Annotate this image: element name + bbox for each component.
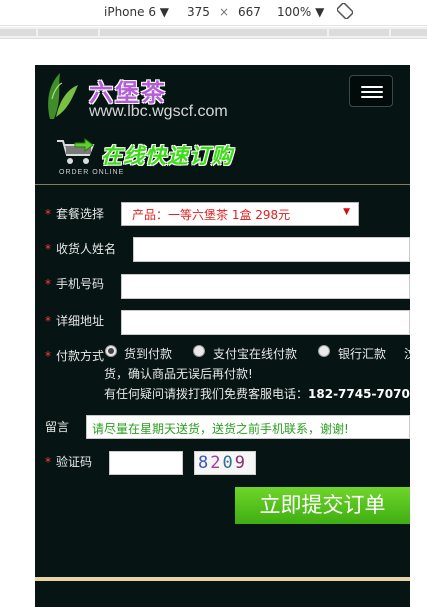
required-mark: * — [45, 349, 51, 363]
zoom-select[interactable]: 100% ▼ — [277, 5, 324, 19]
required-mark: * — [45, 455, 51, 469]
payment-label: * 付款方式 — [45, 349, 105, 363]
ruler-segment[interactable] — [391, 29, 427, 36]
message-input[interactable]: 请尽量在星期天送货，送货之前手机联系，谢谢! — [86, 415, 410, 439]
package-selected-value: 产品：一等六堡茶 1盒 298元 — [132, 208, 291, 222]
media-query-ruler — [0, 27, 427, 39]
site-url: www.lbc.wgscf.com — [89, 103, 228, 120]
receiver-name-label: * 收货人姓名 — [45, 242, 117, 256]
devtools-toolbar: iPhone 6 ▼ 375 × 667 100% ▼ — [0, 0, 427, 26]
ruler-segment[interactable] — [0, 29, 36, 36]
hamburger-bar-icon — [361, 86, 383, 88]
captcha-input[interactable] — [109, 451, 183, 475]
footer-divider — [35, 577, 410, 581]
phone-label: * 手机号码 — [45, 277, 105, 291]
payment-radio-cod[interactable] — [105, 345, 117, 357]
hamburger-bar-icon — [361, 96, 383, 98]
payment-option-alipay[interactable]: 支付宝在线付款 — [213, 345, 297, 362]
dimension-separator: × — [219, 5, 230, 19]
submit-order-button[interactable]: 立即提交订单 — [235, 487, 410, 524]
viewport-width-field[interactable]: 375 — [187, 5, 210, 19]
package-select[interactable]: 产品：一等六堡茶 1盒 298元 ▼ — [121, 202, 359, 226]
package-label: * 套餐选择 — [45, 207, 105, 221]
payment-option-bank[interactable]: 银行汇款 — [338, 345, 386, 362]
service-phone: 182-7745-7070 — [308, 387, 410, 401]
message-label: 留言 — [45, 420, 70, 434]
shopping-cart-icon — [57, 138, 95, 164]
chevron-down-icon: ▼ — [343, 207, 350, 217]
address-label: * 详细地址 — [45, 314, 105, 328]
order-banner: ORDER ONLINE 在线快速订购 — [35, 127, 410, 185]
service-hotline-note: 有任何疑问请拨打我们免费客服电话：182-7745-7070 — [104, 387, 410, 401]
required-mark: * — [45, 314, 51, 328]
payment-note: 货，确认商品无误后再付款! — [104, 367, 253, 381]
menu-toggle-button[interactable] — [349, 75, 393, 107]
payment-option-cod[interactable]: 货到付款 — [124, 345, 172, 362]
ruler-segment[interactable] — [100, 29, 327, 36]
captcha-image[interactable]: 8209 — [194, 451, 256, 475]
captcha-label: * 验证码 — [45, 455, 93, 469]
mobile-page: 六堡茶 www.lbc.wgscf.com ORDER ONLINE 在线快速订… — [35, 65, 410, 607]
device-select[interactable]: iPhone 6 ▼ — [104, 5, 169, 19]
payment-note-overflow: 汶 — [404, 345, 410, 362]
required-mark: * — [45, 207, 51, 221]
required-mark: * — [45, 242, 51, 256]
payment-radio-bank[interactable] — [318, 345, 330, 357]
viewport-height-field[interactable]: 667 — [238, 5, 261, 19]
address-input[interactable] — [121, 310, 410, 335]
phone-input[interactable] — [121, 274, 410, 299]
ruler-segment[interactable] — [329, 29, 389, 36]
site-header: 六堡茶 www.lbc.wgscf.com — [35, 65, 410, 127]
receiver-name-input[interactable] — [133, 237, 410, 262]
ruler-segment[interactable] — [38, 29, 98, 36]
rotate-icon[interactable] — [337, 3, 353, 19]
payment-radio-alipay[interactable] — [193, 345, 205, 357]
order-online-subtitle: ORDER ONLINE — [59, 169, 125, 176]
hamburger-bar-icon — [361, 91, 383, 93]
required-mark: * — [45, 277, 51, 291]
leaf-logo-icon[interactable] — [44, 69, 80, 121]
order-title: 在线快速订购 — [101, 143, 233, 168]
